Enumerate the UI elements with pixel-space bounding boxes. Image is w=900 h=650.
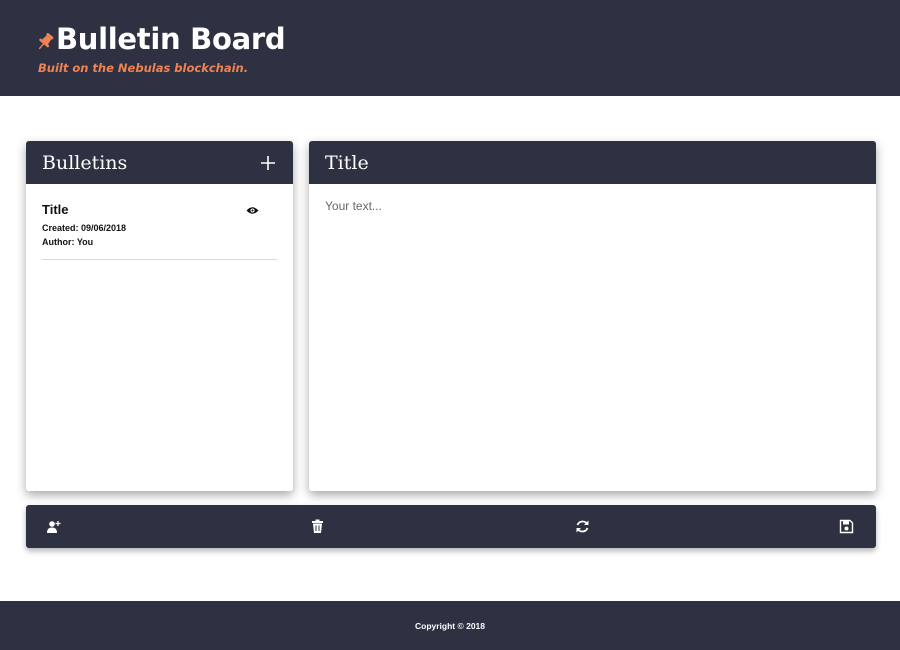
editor-panel-header: Title <box>309 141 876 184</box>
pushpin-icon <box>38 32 54 50</box>
bulletin-title: Title <box>42 202 69 217</box>
eye-icon[interactable] <box>246 206 259 215</box>
app-tagline: Built on the Nebulas blockchain. <box>38 61 249 75</box>
copyright-text: Copyright © 2018 <box>414 620 486 631</box>
save-icon[interactable] <box>839 519 854 534</box>
brand: Bulletin Board <box>36 22 286 56</box>
app-header: Bulletin Board Built on the Nebulas bloc… <box>0 0 900 96</box>
bulletins-panel: Bulletins Title Created: 09/06/2018 Auth… <box>26 141 293 491</box>
bulletin-list-item[interactable]: Title Created: 09/06/2018 Author: You <box>42 202 277 260</box>
app-footer: Copyright © 2018 <box>0 601 900 650</box>
plus-icon[interactable] <box>260 155 276 171</box>
action-toolbar <box>26 505 876 548</box>
bulletin-created-date: Created: 09/06/2018 <box>42 223 127 233</box>
bulletins-panel-header: Bulletins <box>26 141 293 184</box>
bulletin-meta: Created: 09/06/2018 Author: You <box>42 221 277 249</box>
trash-icon[interactable] <box>310 519 325 534</box>
app-title: Bulletin Board <box>56 22 286 56</box>
editor-title[interactable]: Title <box>325 152 369 174</box>
editor-panel: Title Your text... <box>309 141 876 491</box>
add-user-icon[interactable] <box>46 519 61 534</box>
bulletin-author: Author: You <box>42 237 94 247</box>
bulletins-panel-title: Bulletins <box>42 151 128 174</box>
refresh-icon[interactable] <box>575 519 590 534</box>
editor-text-area[interactable]: Your text... <box>309 184 876 228</box>
